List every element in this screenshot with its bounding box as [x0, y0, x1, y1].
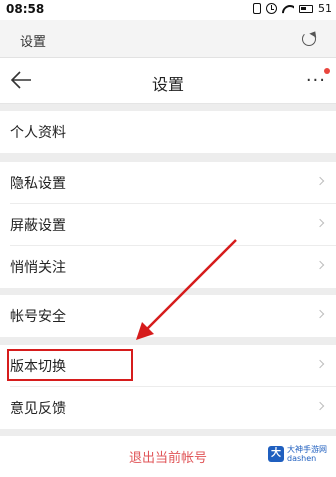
- settings-item-label: 隐私设置: [10, 176, 66, 192]
- browser-title: 设置: [20, 35, 47, 50]
- settings-item-privacy[interactable]: 隐私设置: [0, 162, 336, 204]
- nav-bar: 设置 ···: [0, 58, 336, 104]
- chevron-right-icon: [315, 260, 325, 270]
- status-time: 08:58: [6, 2, 45, 16]
- page-title: 设置: [151, 75, 184, 94]
- annotation-highlight-box: [7, 349, 133, 381]
- settings-item-feedback[interactable]: 意见反馈: [0, 387, 336, 429]
- notification-dot: [324, 68, 330, 74]
- settings-item-account-security[interactable]: 帐号安全: [0, 295, 336, 337]
- watermark-logo: 大: [268, 446, 284, 462]
- status-icons: 51: [253, 2, 332, 15]
- battery-icon: [299, 4, 313, 13]
- refresh-icon[interactable]: [302, 32, 316, 46]
- chevron-right-icon: [315, 218, 325, 228]
- settings-item-label: 屏蔽设置: [10, 218, 66, 234]
- alarm-icon: [266, 3, 277, 14]
- settings-item-profile[interactable]: 个人资料: [0, 111, 336, 153]
- chevron-right-icon: [315, 401, 325, 411]
- settings-item-label: 意见反馈: [10, 401, 66, 417]
- chevron-right-icon: [315, 176, 325, 186]
- wifi-icon: [282, 4, 294, 14]
- browser-title-bar: 设置: [0, 20, 336, 58]
- settings-item-label: 帐号安全: [10, 309, 66, 325]
- watermark: 大 大神手游网 dashen: [268, 445, 327, 463]
- vibrate-icon: [253, 3, 261, 14]
- settings-item-quiet-follow[interactable]: 悄悄关注: [0, 246, 336, 288]
- watermark-line1: 大神手游网: [287, 445, 327, 454]
- settings-item-block[interactable]: 屏蔽设置: [0, 204, 336, 246]
- battery-level: 51: [318, 2, 332, 15]
- chevron-right-icon: [315, 309, 325, 319]
- status-bar: 08:58 51: [0, 0, 336, 20]
- watermark-line2: dashen: [287, 454, 317, 463]
- chevron-right-icon: [315, 359, 325, 369]
- more-icon[interactable]: ···: [306, 72, 326, 90]
- settings-item-label: 悄悄关注: [10, 260, 66, 276]
- settings-item-label: 个人资料: [10, 125, 66, 141]
